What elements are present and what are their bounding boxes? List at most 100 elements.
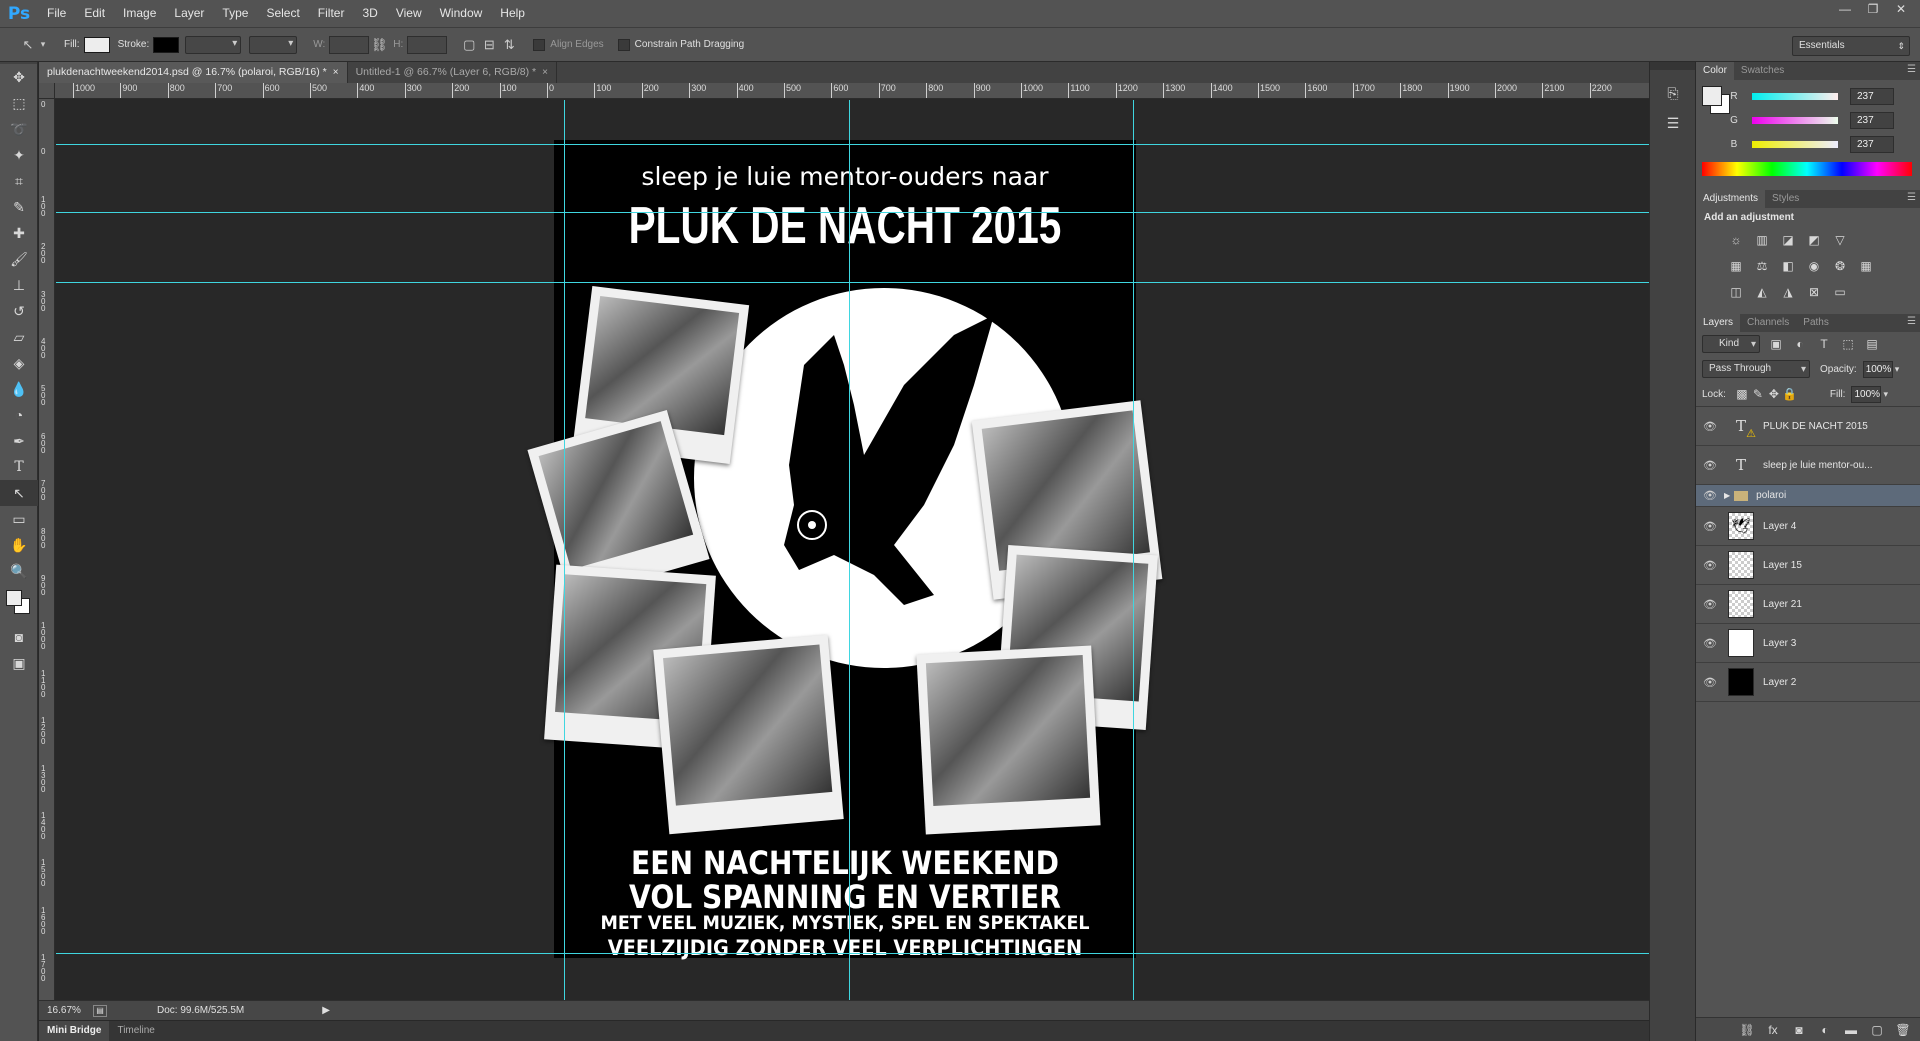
stroke-width-dropdown[interactable]	[185, 35, 242, 54]
menu-view[interactable]: View	[387, 0, 431, 27]
paint-bucket-tool-icon[interactable]: ◈	[0, 350, 38, 376]
tab-styles[interactable]: Styles	[1765, 190, 1806, 208]
zoom-tool-icon[interactable]: 🔍	[0, 558, 38, 584]
properties-panel-icon[interactable]: ☰	[1650, 110, 1696, 136]
guide-vertical[interactable]	[1133, 100, 1134, 1000]
filter-pixel-icon[interactable]: ▣	[1768, 336, 1784, 352]
eyedropper-tool-icon[interactable]: ✎	[0, 194, 38, 220]
menu-filter[interactable]: Filter	[309, 0, 354, 27]
panel-menu-icon[interactable]: ☰	[1907, 64, 1916, 75]
path-arrangement-icon[interactable]: ⇅	[499, 35, 519, 55]
close-icon[interactable]: ×	[333, 67, 339, 78]
layer-row[interactable]: 👁 Layer 3	[1696, 624, 1920, 663]
menu-layer[interactable]: Layer	[165, 0, 213, 27]
pen-tool-icon[interactable]: ✒	[0, 428, 38, 454]
rectangle-tool-icon[interactable]: ▭	[0, 506, 38, 532]
crop-tool-icon[interactable]: ⌗	[0, 168, 38, 194]
blend-mode-dropdown[interactable]: Pass Through	[1702, 360, 1810, 378]
menu-edit[interactable]: Edit	[75, 0, 114, 27]
trash-icon[interactable]: 🗑	[1895, 1022, 1911, 1038]
move-tool-icon[interactable]: ✥	[0, 64, 38, 90]
color-spectrum[interactable]	[1702, 162, 1912, 176]
tab-color[interactable]: Color	[1696, 62, 1734, 80]
type-tool-icon[interactable]: T	[0, 454, 38, 480]
tab-swatches[interactable]: Swatches	[1734, 62, 1791, 80]
tab-mini-bridge[interactable]: Mini Bridge	[39, 1021, 110, 1041]
brightness-icon[interactable]: ☼	[1728, 232, 1744, 248]
levels-icon[interactable]: ▥	[1754, 232, 1770, 248]
close-icon[interactable]: ×	[542, 67, 548, 78]
magic-wand-tool-icon[interactable]: ✦	[0, 142, 38, 168]
eye-icon[interactable]: 👁	[1696, 559, 1724, 572]
restore-button[interactable]: ❐	[1860, 0, 1886, 18]
zoom-level[interactable]: 16.67%	[39, 1005, 89, 1016]
hand-tool-icon[interactable]: ✋	[0, 532, 38, 558]
lock-all-icon[interactable]: 🔒	[1782, 386, 1798, 402]
tab-document-2[interactable]: Untitled-1 @ 66.7% (Layer 6, RGB/8) * ×	[348, 62, 557, 83]
tab-document-1[interactable]: plukdenachtweekend2014.psd @ 16.7% (pola…	[39, 62, 348, 83]
menu-select[interactable]: Select	[257, 0, 308, 27]
threshold-icon[interactable]: ◮	[1780, 284, 1796, 300]
guide-vertical[interactable]	[564, 100, 565, 1000]
layer-row-selected[interactable]: 👁 ▶ polaroi	[1696, 485, 1920, 507]
proof-icon[interactable]: ▤	[93, 1004, 107, 1017]
constrain-path-checkbox[interactable]: Constrain Path Dragging	[617, 38, 744, 51]
adjustment-layer-icon[interactable]: ◐	[1817, 1022, 1833, 1038]
hue-saturation-icon[interactable]: ▦	[1728, 258, 1744, 274]
guide-horizontal[interactable]	[56, 282, 1649, 283]
path-selection-tool-icon[interactable]: ↖	[0, 480, 38, 506]
stroke-type-dropdown[interactable]	[249, 35, 298, 54]
status-menu-arrow-icon[interactable]: ▶	[322, 1005, 330, 1016]
minimize-button[interactable]: —	[1832, 0, 1858, 18]
eye-icon[interactable]: 👁	[1696, 420, 1724, 433]
tab-layers[interactable]: Layers	[1696, 314, 1741, 332]
filter-adjustment-icon[interactable]: ◐	[1792, 336, 1808, 352]
screen-mode-icon[interactable]: ▣	[0, 650, 38, 676]
panel-menu-icon[interactable]: ☰	[1907, 316, 1916, 327]
vertical-ruler[interactable]: 0 0 1 0 0 2 0 0 3 0 0 4 0 0 5 0 0 6 0 0 7 0 0 8 0…	[39, 99, 55, 1000]
link-icon[interactable]: ⛓	[369, 35, 389, 55]
color-balance-icon[interactable]: ⚖	[1754, 258, 1770, 274]
blur-tool-icon[interactable]: 💧	[0, 376, 38, 402]
invert-icon[interactable]: ◫	[1728, 284, 1744, 300]
fill-swatch[interactable]	[83, 36, 110, 53]
path-selection-tool-icon[interactable]: ↖	[18, 35, 38, 55]
link-layers-icon[interactable]: ⛓	[1739, 1022, 1755, 1038]
color-fg-swatch[interactable]	[1702, 86, 1722, 106]
red-value[interactable]: 237	[1850, 87, 1894, 105]
layer-row[interactable]: 👁 Layer 21	[1696, 585, 1920, 624]
eye-icon[interactable]: 👁	[1696, 520, 1724, 533]
eye-icon[interactable]: 👁	[1696, 676, 1724, 689]
tab-paths[interactable]: Paths	[1796, 314, 1836, 332]
menu-3d[interactable]: 3D	[353, 0, 386, 27]
fill-dropdown-icon[interactable]: ▾	[1883, 389, 1888, 400]
layer-row[interactable]: 👁 Layer 2	[1696, 663, 1920, 702]
align-edges-checkbox[interactable]: Align Edges	[533, 38, 604, 51]
menu-window[interactable]: Window	[431, 0, 492, 27]
selective-color-icon[interactable]: ⊠	[1806, 284, 1822, 300]
exposure-icon[interactable]: ◩	[1806, 232, 1822, 248]
path-operations-icon[interactable]: ▢	[459, 35, 479, 55]
green-slider[interactable]	[1752, 116, 1838, 124]
green-value[interactable]: 237	[1850, 111, 1894, 129]
filter-shape-icon[interactable]: ⬚	[1840, 336, 1856, 352]
tab-adjustments[interactable]: Adjustments	[1696, 190, 1766, 208]
opacity-input[interactable]: 100%	[1862, 360, 1893, 378]
group-expand-icon[interactable]: ▶	[1724, 491, 1730, 500]
layer-row[interactable]: 👁 Layer 15	[1696, 546, 1920, 585]
lock-pixels-icon[interactable]: ✎	[1750, 386, 1766, 402]
lock-transparency-icon[interactable]: ▩	[1734, 386, 1750, 402]
history-panel-icon[interactable]: ⎘	[1650, 80, 1696, 106]
curves-icon[interactable]: ◪	[1780, 232, 1796, 248]
lock-position-icon[interactable]: ✥	[1766, 386, 1782, 402]
color-swatches[interactable]	[0, 584, 38, 624]
lasso-tool-icon[interactable]: ➰	[0, 116, 38, 142]
close-button[interactable]: ✕	[1888, 0, 1914, 18]
add-mask-icon[interactable]: ◙	[1791, 1022, 1807, 1038]
red-slider[interactable]	[1752, 92, 1838, 100]
tool-preset-chevron-icon[interactable]: ▾	[38, 35, 48, 55]
panel-menu-icon[interactable]: ☰	[1907, 192, 1916, 203]
menu-file[interactable]: File	[38, 0, 75, 27]
layer-row[interactable]: 👁 T ⚠ PLUK DE NACHT 2015	[1696, 407, 1920, 446]
photo-filter-icon[interactable]: ◉	[1806, 258, 1822, 274]
